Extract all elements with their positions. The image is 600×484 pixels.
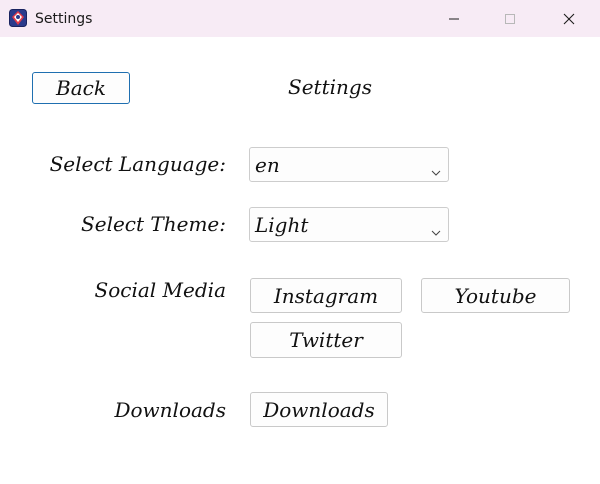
minimize-icon (448, 13, 460, 25)
maximize-button[interactable] (487, 0, 533, 37)
maximize-icon (504, 13, 516, 25)
language-label: Select Language: (49, 152, 226, 176)
theme-select[interactable]: Light (249, 207, 449, 242)
language-select-value: en (255, 153, 280, 177)
page-title: Settings (288, 75, 372, 99)
title-bar[interactable]: Settings (0, 0, 600, 37)
downloads-label: Downloads (114, 398, 226, 422)
theme-select-value: Light (255, 213, 309, 237)
youtube-button[interactable]: Youtube (421, 278, 570, 313)
window-title: Settings (35, 11, 93, 27)
chevron-down-icon (431, 161, 441, 180)
app-icon (9, 9, 27, 27)
social-media-label: Social Media (94, 278, 226, 302)
minimize-button[interactable] (431, 0, 477, 37)
instagram-button[interactable]: Instagram (250, 278, 402, 313)
chevron-down-icon (431, 221, 441, 240)
settings-window: Settings Back Settings Select Language: (0, 0, 600, 484)
settings-content: Back Settings Select Language: en Select… (0, 37, 600, 484)
downloads-button[interactable]: Downloads (250, 392, 388, 427)
twitter-button[interactable]: Twitter (250, 322, 402, 358)
theme-label: Select Theme: (81, 212, 226, 236)
close-button[interactable] (546, 0, 592, 37)
close-icon (563, 13, 575, 25)
back-button[interactable]: Back (32, 72, 130, 104)
language-select[interactable]: en (249, 147, 449, 182)
